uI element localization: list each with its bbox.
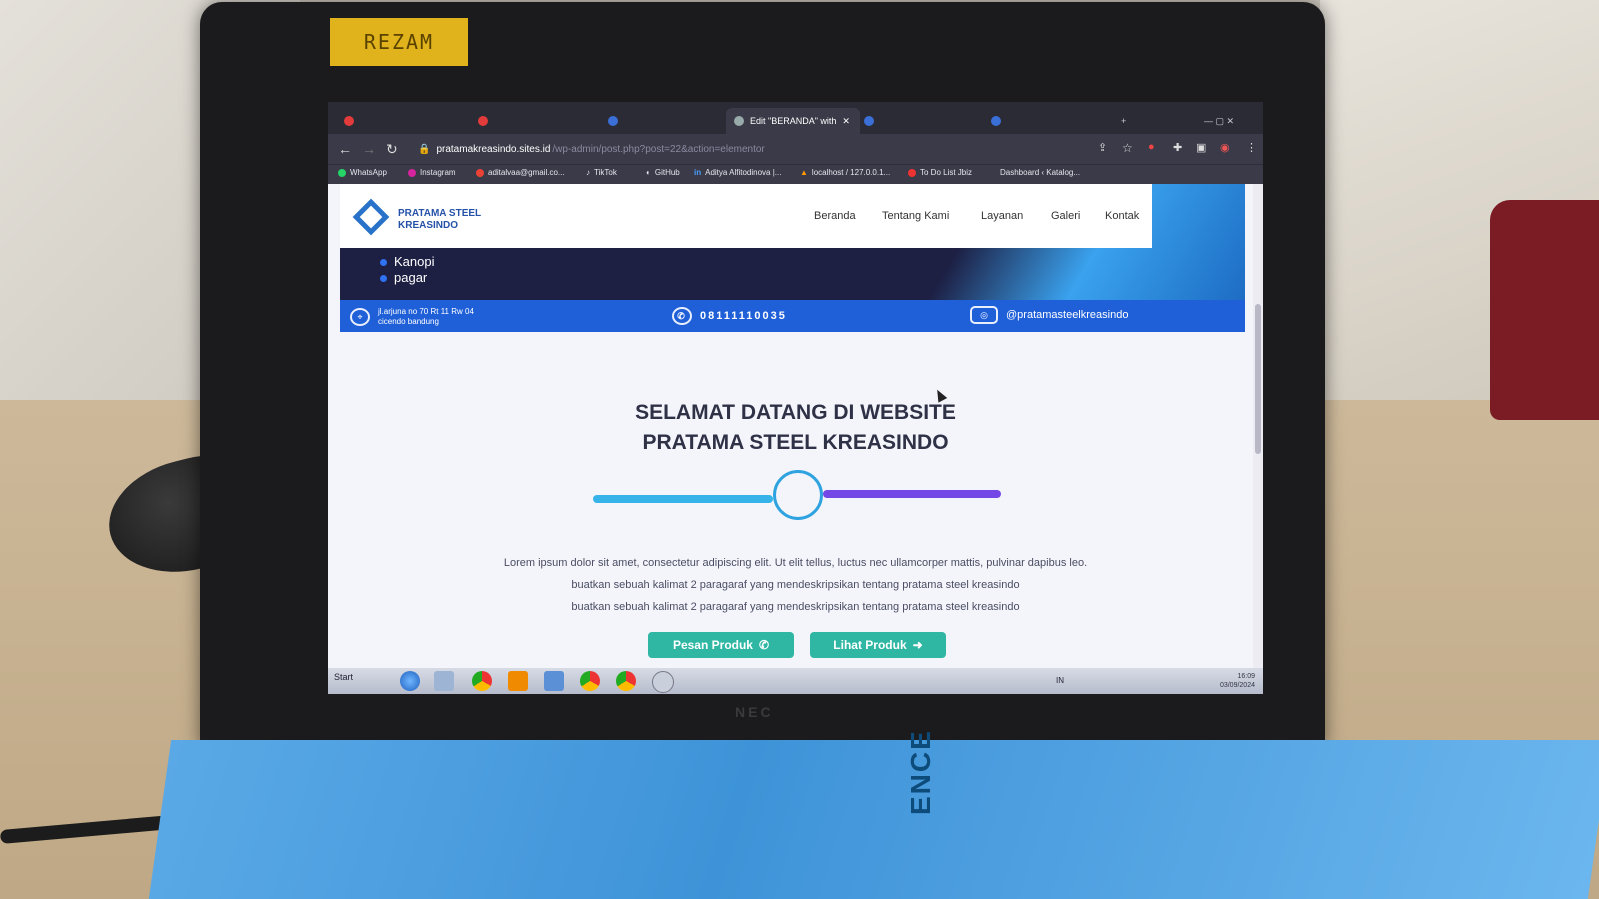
star-icon[interactable]: ☆ <box>1122 141 1133 155</box>
location-pin-icon: ⌖ <box>350 308 370 326</box>
company-logo-icon[interactable] <box>352 198 390 236</box>
todo-icon <box>908 168 916 177</box>
blue-book-cover <box>148 740 1599 899</box>
welcome-heading: SELAMAT DATANG DI WEBSITE PRATAMA STEEL … <box>635 401 956 454</box>
back-arrow-icon[interactable]: ← <box>338 141 352 157</box>
bookmark-item[interactable]: Dashboard ‹ Katalog... <box>1000 168 1080 177</box>
company-logo-text[interactable]: PRATAMA STEEL KREASINDO <box>398 208 481 232</box>
view-product-button[interactable]: Lihat Produk ➜ <box>810 632 946 658</box>
bookmark-item[interactable]: To Do List Jbiz <box>908 168 972 177</box>
internet-explorer-icon[interactable] <box>400 671 420 691</box>
bookmark-item[interactable]: aditalvaa@gmail.co... <box>476 168 565 177</box>
chair <box>1490 200 1599 420</box>
extension-icon[interactable]: ● <box>1148 141 1155 153</box>
arrow-circle-icon: ➜ <box>912 638 923 652</box>
tab-favicon-icon <box>991 116 1001 126</box>
tab-favicon-icon <box>864 116 874 126</box>
nav-layanan[interactable]: Layanan <box>981 210 1023 222</box>
file-explorer-icon[interactable] <box>434 671 454 691</box>
bookmark-item[interactable]: WhatsApp <box>338 168 387 177</box>
app-icon[interactable] <box>544 671 564 691</box>
os-taskbar: Start IN 16:09 03/09/2024 <box>328 668 1263 694</box>
instagram-info[interactable]: ◎ @pratamasteelkreasindo <box>970 306 1128 324</box>
url-field[interactable]: 🔒 pratamakreasindo.sites.id /wp-admin/po… <box>418 139 1098 159</box>
bookmark-item[interactable]: Instagram <box>408 168 456 177</box>
browser-tab-bar: Edit "BERANDA" with ✕ + — ▢ ✕ <box>328 102 1263 134</box>
instagram-icon <box>408 168 416 177</box>
tab-favicon-icon <box>608 116 618 126</box>
share-icon[interactable]: ⇪ <box>1098 141 1107 154</box>
laptop-screen: Edit "BERANDA" with ✕ + — ▢ ✕ ← → ↻ 🔒 pra… <box>328 102 1263 694</box>
laptop-brand: NEC <box>735 704 774 720</box>
bookmark-item[interactable]: ▲ localhost / 127.0.0.1... <box>800 168 890 177</box>
bookmarks-bar: WhatsApp Instagram aditalvaa@gmail.co...… <box>328 164 1263 185</box>
reload-icon[interactable]: ↻ <box>386 141 398 158</box>
address-bar-row: ← → ↻ 🔒 pratamakreasindo.sites.id /wp-ad… <box>328 134 1263 164</box>
tab-favicon-icon <box>478 116 488 126</box>
youtube-icon <box>344 116 354 126</box>
browser-tab[interactable] <box>600 108 726 134</box>
nav-kontak[interactable]: Kontak <box>1105 210 1139 222</box>
window-controls[interactable]: — ▢ ✕ <box>1196 108 1263 134</box>
name-sticker: REZAM <box>330 18 468 66</box>
browser-tab[interactable] <box>983 108 1109 134</box>
hero-section: PRATAMA STEEL KREASINDO Beranda Tentang … <box>340 184 1245 302</box>
lock-icon: 🔒 <box>418 143 431 155</box>
browser-tab[interactable] <box>336 108 472 134</box>
instagram-camera-icon: ◎ <box>970 306 998 324</box>
puzzle-icon[interactable]: ✚ <box>1173 141 1182 154</box>
github-icon: ◐ <box>646 168 651 177</box>
nav-beranda[interactable]: Beranda <box>814 210 856 222</box>
services-list: Kanopi pagar <box>380 254 434 286</box>
service-item: Kanopi <box>380 254 434 270</box>
chrome-icon[interactable] <box>472 671 492 691</box>
site-header: PRATAMA STEEL KREASINDO Beranda Tentang … <box>340 184 1152 248</box>
order-product-button[interactable]: Pesan Produk ✆ <box>648 632 794 658</box>
address-info: ⌖ jl.arjuna no 70 Rt 11 Rw 04 cicendo ba… <box>350 307 474 327</box>
bookmark-item[interactable]: ◐ GitHub <box>646 168 680 177</box>
nav-galeri[interactable]: Galeri <box>1051 210 1080 222</box>
vlc-icon[interactable] <box>508 671 528 691</box>
tab-close-icon[interactable]: ✕ <box>842 116 850 127</box>
phpmyadmin-icon: ▲ <box>800 168 808 177</box>
start-button[interactable]: Start <box>334 672 353 682</box>
sidepanel-icon[interactable]: ▣ <box>1196 141 1206 154</box>
webpage: PRATAMA STEEL KREASINDO Beranda Tentang … <box>328 184 1263 672</box>
chrome-icon[interactable] <box>616 671 636 691</box>
divider-bar-left <box>593 495 773 503</box>
intro-paragraph: Lorem ipsum dolor sit amet, consectetur … <box>503 557 1088 613</box>
language-indicator[interactable]: IN <box>1056 676 1064 685</box>
phone-icon: ✆ <box>672 307 692 325</box>
browser-tab[interactable] <box>856 108 982 134</box>
forward-arrow-icon[interactable]: → <box>362 141 376 157</box>
tiktok-icon: ♪ <box>586 168 590 177</box>
contact-bar: ⌖ jl.arjuna no 70 Rt 11 Rw 04 cicendo ba… <box>340 300 1245 332</box>
divider-bar-right <box>823 490 1001 498</box>
app-icon[interactable] <box>652 671 674 693</box>
wordpress-icon <box>734 116 744 126</box>
whatsapp-icon <box>338 168 346 177</box>
book-cover-text: ENCE <box>905 729 936 815</box>
scrollbar-thumb[interactable] <box>1255 304 1261 454</box>
browser-tab[interactable] <box>470 108 606 134</box>
page-scrollbar[interactable] <box>1253 184 1263 672</box>
gmail-icon <box>476 168 484 177</box>
kebab-menu-icon[interactable]: ⋮ <box>1246 141 1257 154</box>
linkedin-icon: in <box>694 168 702 177</box>
url-path: /wp-admin/post.php?post=22&action=elemen… <box>552 143 765 155</box>
phone-info[interactable]: ✆ 08111110035 <box>672 307 787 325</box>
chrome-icon[interactable] <box>580 671 600 691</box>
bookmark-item[interactable]: in Aditya Alfitodinova |... <box>694 168 781 177</box>
service-item: pagar <box>380 270 434 286</box>
bookmark-item[interactable]: ♪ TikTok <box>586 168 617 177</box>
system-clock[interactable]: 16:09 03/09/2024 <box>1220 672 1255 690</box>
browser-tab-active[interactable]: Edit "BERANDA" with ✕ <box>726 108 860 134</box>
profile-avatar-icon[interactable]: ◉ <box>1220 141 1230 154</box>
whatsapp-icon: ✆ <box>758 638 770 652</box>
divider-circle <box>773 470 823 520</box>
nav-tentang-kami[interactable]: Tentang Kami <box>882 210 949 222</box>
url-host: pratamakreasindo.sites.id <box>436 143 551 155</box>
new-tab-button[interactable]: + <box>1113 108 1147 134</box>
